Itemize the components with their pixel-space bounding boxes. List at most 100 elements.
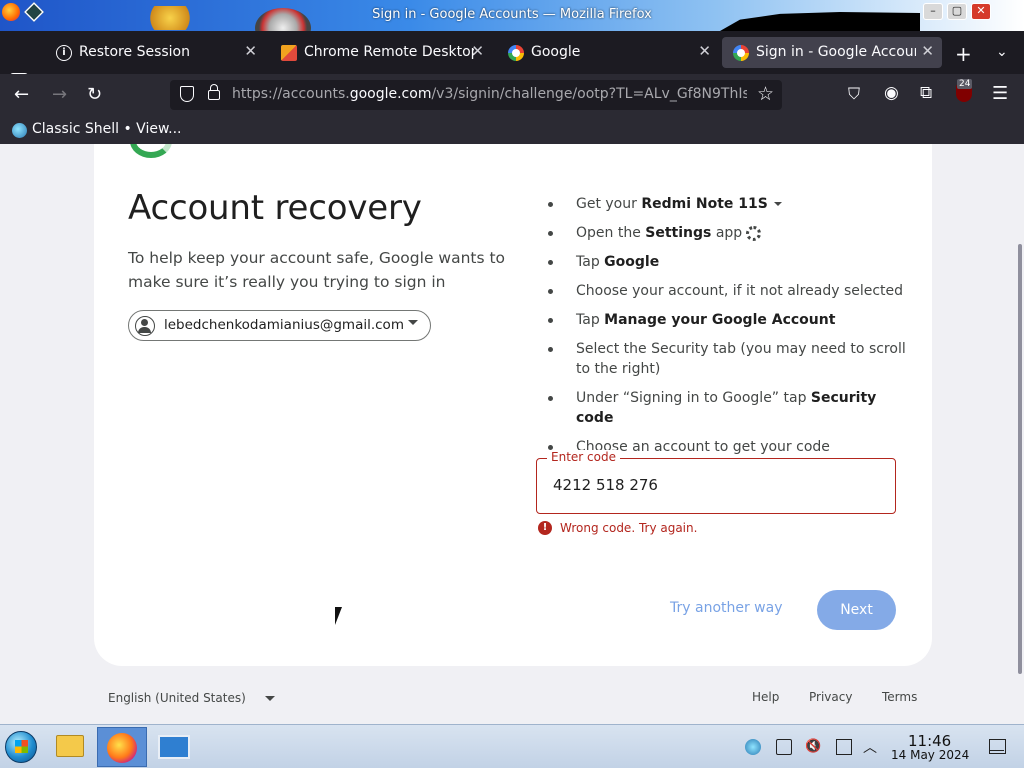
account-icon[interactable]: ◉ <box>884 83 899 103</box>
taskbar: 🔇 ︿ 11:46 14 May 2024 <box>0 724 1024 768</box>
tab-label: Sign in - Google Accounts <box>756 44 916 60</box>
chevron-down-icon[interactable] <box>773 202 782 206</box>
window-title: Sign in - Google Accounts — Mozilla Fire… <box>372 7 652 22</box>
tracking-protection-icon[interactable] <box>180 86 194 102</box>
account-chip[interactable]: lebedchenkodamianius@gmail.com <box>128 310 431 341</box>
gear-icon <box>746 225 762 241</box>
try-another-way-button[interactable]: Try another way <box>670 600 783 616</box>
lock-icon[interactable] <box>208 84 220 100</box>
page-title: Account recovery <box>128 188 422 228</box>
step-bold: Manage your Google Account <box>604 312 836 328</box>
back-icon[interactable]: ← <box>14 84 29 105</box>
url-path: /v3/signin/challenge/ootp?TL=ALv_Gf8N9Th… <box>431 86 747 102</box>
error-text: Wrong code. Try again. <box>560 521 698 535</box>
step-text: Choose your account, if it not already s… <box>576 283 904 299</box>
extensions-icon[interactable]: ⧉ <box>920 83 932 103</box>
show-desktop-icon[interactable] <box>989 739 1006 754</box>
step-text: app <box>711 225 743 241</box>
terms-link[interactable]: Terms <box>882 690 917 704</box>
window-titlebar: Sign in - Google Accounts — Mozilla Fire… <box>0 0 1024 48</box>
url-text[interactable]: https://accounts.google.com/v3/signin/ch… <box>232 86 747 102</box>
pocket-icon[interactable]: ⛉ <box>848 84 860 104</box>
keyboard-layout-icon[interactable] <box>836 739 852 755</box>
list-all-tabs-icon[interactable]: ⌄ <box>996 44 1008 60</box>
step-text: Get your <box>576 196 642 212</box>
page-subtitle: To help keep your account safe, Google w… <box>128 249 506 291</box>
avatar-icon <box>135 316 155 336</box>
remote-desktop-icon <box>158 735 190 759</box>
hamburger-menu-icon[interactable]: ☰ <box>992 83 1008 104</box>
new-tab-icon[interactable]: + <box>955 42 972 66</box>
chevron-up-icon[interactable]: ︿ <box>863 737 879 756</box>
speaker-muted-icon[interactable]: 🔇 <box>805 739 821 755</box>
account-email: lebedchenkodamianius@gmail.com <box>164 317 404 333</box>
maximize-button[interactable]: ▢ <box>947 3 967 20</box>
start-button[interactable] <box>5 731 37 763</box>
url-domain: google.com <box>349 86 432 102</box>
bookmarks-toolbar: Classic Shell • View... <box>0 116 1024 144</box>
step-bold: Settings <box>645 225 712 241</box>
classic-shell-icon <box>12 123 27 138</box>
list-item: Tap Google <box>536 252 906 272</box>
info-icon: i <box>56 45 72 61</box>
mouse-cursor-icon <box>335 607 342 625</box>
clock-date[interactable]: 14 May 2024 <box>891 748 969 762</box>
reload-icon[interactable]: ↻ <box>87 84 102 105</box>
tab-restore-session[interactable]: i Restore Session ✕ <box>45 37 265 68</box>
url-bar[interactable]: https://accounts.google.com/v3/signin/ch… <box>170 80 782 110</box>
forward-icon[interactable]: → <box>52 84 67 105</box>
code-input[interactable]: Enter code 4212 518 276 <box>536 450 896 514</box>
step-bold: Redmi Note 11S <box>641 196 768 212</box>
list-item: Under “Signing in to Google” tap Securit… <box>536 388 906 428</box>
tab-google[interactable]: Google ✕ <box>497 37 719 68</box>
google-icon <box>733 45 749 61</box>
help-link[interactable]: Help <box>752 690 779 704</box>
code-input-value[interactable]: 4212 518 276 <box>553 476 658 494</box>
close-window-button[interactable]: ✕ <box>971 3 991 20</box>
signin-card: Account recovery To help keep your accou… <box>94 144 932 666</box>
list-item: Choose your account, if it not already s… <box>536 281 906 301</box>
taskbar-remote-desktop[interactable] <box>150 727 198 767</box>
taskbar-file-explorer[interactable] <box>46 727 94 767</box>
chevron-down-icon <box>408 320 418 325</box>
tab-label: Chrome Remote Desktop <box>304 44 474 60</box>
tab-sign-in[interactable]: Sign in - Google Accounts ✕ <box>722 37 942 68</box>
list-item: Select the Security tab (you may need to… <box>536 339 906 379</box>
page-content: Account recovery To help keep your accou… <box>0 144 1016 724</box>
step-text: Tap <box>576 312 605 328</box>
remote-desktop-icon <box>281 45 297 61</box>
next-button[interactable]: Next <box>817 590 896 630</box>
error-icon: ! <box>538 521 552 535</box>
firefox-icon <box>107 733 137 763</box>
page-scrollbar[interactable] <box>1016 144 1024 724</box>
privacy-link[interactable]: Privacy <box>809 690 852 704</box>
list-item: Get your Redmi Note 11S <box>536 194 906 214</box>
bookmark-star-icon[interactable]: ☆ <box>757 83 774 105</box>
scrollbar-thumb[interactable] <box>1018 244 1022 674</box>
navigation-bar: ← → ↻ https://accounts.google.com/v3/sig… <box>0 74 1024 116</box>
taskbar-firefox[interactable] <box>97 727 147 767</box>
bookmark-classic-shell[interactable]: Classic Shell • View... <box>32 121 181 137</box>
tab-chrome-remote-desktop[interactable]: Chrome Remote Desktop ✕ <box>270 37 492 68</box>
tab-bar: i Restore Session ✕ Chrome Remote Deskto… <box>0 31 1024 89</box>
language-select[interactable]: English (United States) <box>108 691 246 705</box>
close-tab-icon[interactable]: ✕ <box>471 42 484 60</box>
chevron-down-icon[interactable] <box>265 696 275 701</box>
step-text: Under “Signing in to Google” tap <box>576 390 811 406</box>
tab-label: Restore Session <box>79 44 190 60</box>
instruction-list: Get your Redmi Note 11S Open the Setting… <box>536 194 906 466</box>
list-item: Tap Manage your Google Account <box>536 310 906 330</box>
ublock-badge: 24 <box>957 79 973 89</box>
google-logo-icon <box>130 144 172 158</box>
clipboard-icon[interactable] <box>776 739 792 755</box>
url-prefix: https://accounts. <box>232 86 350 102</box>
minimize-button[interactable]: – <box>923 3 943 20</box>
close-tab-icon[interactable]: ✕ <box>921 42 934 60</box>
close-tab-icon[interactable]: ✕ <box>698 42 711 60</box>
code-input-label: Enter code <box>547 450 620 464</box>
step-text: Select the Security tab (you may need to… <box>576 341 906 377</box>
step-text: Tap <box>576 254 605 270</box>
classic-shell-tray-icon[interactable] <box>745 739 761 755</box>
close-tab-icon[interactable]: ✕ <box>244 42 257 60</box>
list-item: Open the Settings app <box>536 223 906 243</box>
